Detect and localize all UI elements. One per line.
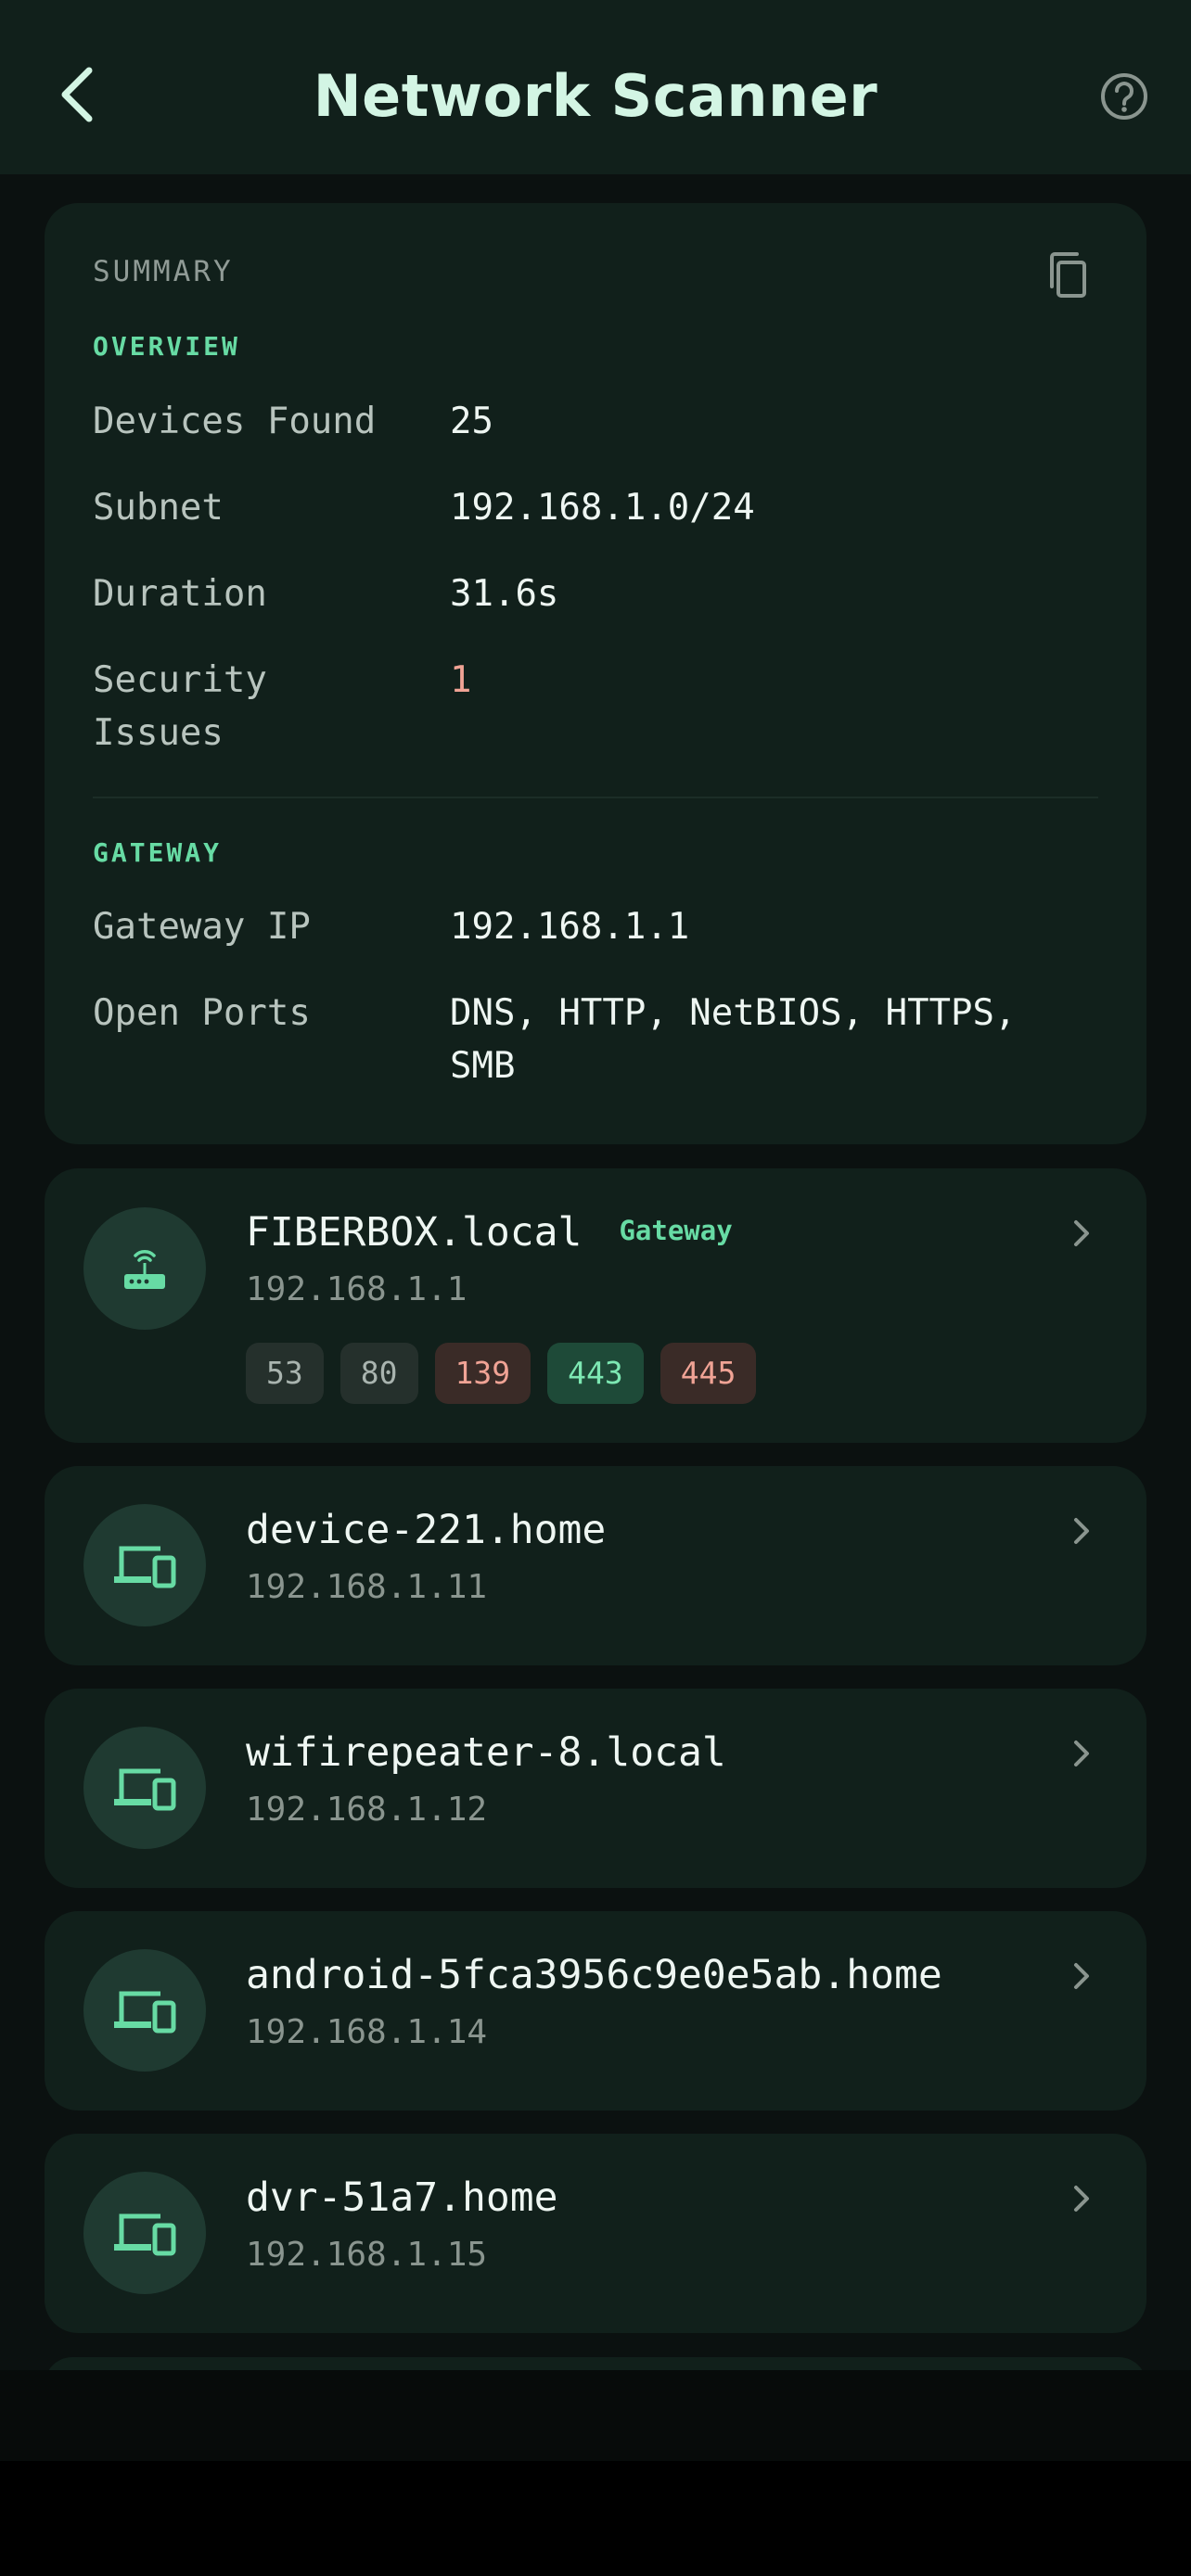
device-avatar — [83, 1504, 206, 1626]
duration-value: 31.6s — [450, 573, 559, 615]
chevron-right-icon — [1065, 1958, 1098, 1995]
port-chip-warning: 139 — [434, 1343, 531, 1404]
port-chip-warning: 445 — [660, 1343, 757, 1404]
subnet-label: Subnet — [93, 487, 224, 529]
chevron-right-icon — [1065, 2180, 1098, 2217]
device-ip: 192.168.1.11 — [246, 1568, 488, 1606]
devices-icon — [114, 2213, 176, 2256]
security-issues-label: Security Issues — [93, 659, 267, 754]
device-ip: 192.168.1.1 — [246, 1270, 467, 1308]
router-icon — [124, 1250, 165, 1289]
port-list: 53 80 139 443 445 — [246, 1343, 757, 1404]
device-card[interactable]: wifirepeater-8.local 192.168.1.12 — [45, 1689, 1146, 1888]
devices-icon — [114, 1546, 176, 1588]
device-ip: 192.168.1.12 — [246, 1791, 488, 1829]
help-button[interactable] — [1096, 69, 1152, 124]
section-divider — [93, 797, 1098, 798]
open-ports-label: Open Ports — [93, 992, 311, 1034]
device-card[interactable]: android-5fca3956c9e0e5ab.home 192.168.1.… — [45, 1911, 1146, 2111]
devices-found-label: Devices Found — [93, 401, 377, 442]
devices-found-value: 25 — [450, 401, 493, 442]
system-nav-bar — [0, 2461, 1191, 2576]
summary-card: SUMMARY OVERVIEW Devices Found 25 Subnet… — [45, 203, 1146, 1144]
devices-icon — [114, 1768, 176, 1811]
chevron-right-icon — [1065, 1215, 1098, 1252]
gateway-badge: Gateway — [619, 1215, 733, 1246]
device-name: wifirepeater-8.local — [246, 1729, 726, 1776]
device-avatar — [83, 1727, 206, 1849]
duration-label: Duration — [93, 573, 267, 615]
device-card[interactable]: dvr-51a7.home 192.168.1.15 — [45, 2134, 1146, 2333]
open-ports-value: DNS, HTTP, NetBIOS, HTTPS, SMB — [450, 992, 1017, 1087]
port-chip: 53 — [246, 1343, 324, 1404]
overview-label: OVERVIEW — [93, 331, 240, 362]
gateway-label: GATEWAY — [93, 837, 223, 868]
help-circle-icon — [1101, 73, 1147, 120]
device-avatar — [83, 2172, 206, 2294]
port-chip: 80 — [339, 1343, 418, 1404]
summary-heading: SUMMARY — [93, 255, 234, 288]
chevron-right-icon — [1065, 1512, 1098, 1549]
device-name: device-221.home — [246, 1507, 607, 1553]
page-title: Network Scanner — [313, 62, 878, 130]
gateway-ip-label: Gateway IP — [93, 906, 311, 948]
device-name: dvr-51a7.home — [246, 2174, 558, 2221]
app-bar: Network Scanner — [0, 0, 1191, 174]
device-card[interactable]: device-221.home 192.168.1.11 — [45, 1466, 1146, 1665]
device-card-partial[interactable] — [45, 2357, 1146, 2370]
gateway-ip-value: 192.168.1.1 — [450, 906, 690, 948]
devices-icon — [114, 1991, 176, 2034]
copy-icon — [1050, 252, 1086, 298]
chevron-right-icon — [1065, 1735, 1098, 1772]
scan-results[interactable]: SUMMARY OVERVIEW Devices Found 25 Subnet… — [0, 174, 1191, 2370]
device-name: FIBERBOX.local Gateway — [246, 1209, 733, 1256]
copy-button[interactable] — [1044, 249, 1093, 301]
device-ip: 192.168.1.15 — [246, 2236, 488, 2274]
device-card-gateway[interactable]: FIBERBOX.local Gateway 192.168.1.1 53 80 … — [45, 1168, 1146, 1443]
device-avatar — [83, 1207, 206, 1330]
device-name-text: FIBERBOX.local — [246, 1209, 583, 1256]
subnet-value: 192.168.1.0/24 — [450, 487, 755, 529]
bottom-spacer — [0, 2370, 1191, 2461]
device-avatar — [83, 1949, 206, 2072]
device-ip: 192.168.1.14 — [246, 2013, 488, 2051]
port-chip-secure: 443 — [547, 1343, 644, 1404]
security-issues-value: 1 — [450, 659, 472, 701]
device-name: android-5fca3956c9e0e5ab.home — [246, 1952, 942, 1998]
